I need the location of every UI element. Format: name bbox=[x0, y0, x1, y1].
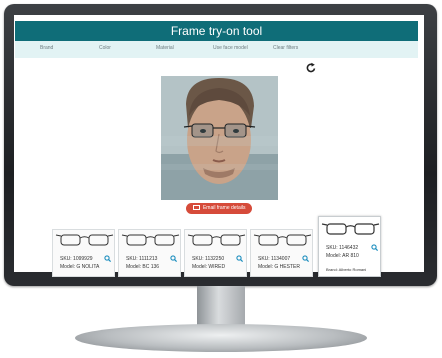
filter-clear[interactable]: Clear filters bbox=[273, 45, 298, 51]
search-icon[interactable] bbox=[236, 255, 243, 262]
glasses-frame-image bbox=[55, 234, 114, 246]
product-card[interactable]: SKU: 1132250 Model: WIRED bbox=[184, 229, 247, 277]
refresh-icon[interactable] bbox=[305, 62, 317, 74]
email-frame-details-button[interactable]: Email frame details bbox=[186, 203, 252, 214]
filter-color[interactable]: Color bbox=[99, 45, 111, 51]
glasses-frame-image bbox=[121, 234, 180, 246]
glasses-frame-image bbox=[253, 234, 312, 246]
product-sku: SKU: 1132250 bbox=[192, 256, 225, 262]
product-sku: SKU: 1134007 bbox=[258, 256, 291, 262]
product-card-selected[interactable]: SKU: 1146432 Model: AR 810 Brand: Albert… bbox=[318, 216, 381, 277]
filter-material[interactable]: Material bbox=[156, 45, 174, 51]
filter-bar: Brand Color Material Use face model Clea… bbox=[15, 41, 418, 58]
product-model: Model: G HESTER bbox=[258, 264, 300, 270]
product-sku: SKU: 1099929 bbox=[60, 256, 93, 262]
product-sku: SKU: 1111213 bbox=[126, 256, 158, 262]
email-button-label: Email frame details bbox=[202, 205, 246, 211]
product-model: Model: BC 136 bbox=[126, 264, 160, 270]
search-icon[interactable] bbox=[170, 255, 177, 262]
product-model: Model: G NOLITA bbox=[60, 264, 100, 270]
filter-use-face-model[interactable]: Use face model bbox=[213, 45, 248, 51]
mail-icon bbox=[192, 205, 200, 211]
search-icon[interactable] bbox=[104, 255, 111, 262]
app-title: Frame try-on tool bbox=[15, 21, 418, 41]
glasses-frame-image bbox=[187, 234, 246, 246]
product-brand: Brand: Alberto Romani bbox=[326, 267, 367, 272]
product-model: Model: AR 810 bbox=[326, 253, 359, 259]
filter-brand[interactable]: Brand bbox=[40, 45, 53, 51]
product-model: Model: WIRED bbox=[192, 264, 226, 270]
monitor-stand-base bbox=[75, 324, 367, 352]
product-card[interactable]: SKU: 1134007 Model: G HESTER bbox=[250, 229, 313, 277]
product-card[interactable]: SKU: 1111213 Model: BC 136 bbox=[118, 229, 181, 277]
face-model-image bbox=[161, 76, 278, 200]
product-sku: SKU: 1146432 bbox=[326, 245, 359, 251]
product-card[interactable]: SKU: 1099929 Model: G NOLITA bbox=[52, 229, 115, 277]
glasses-frame-image bbox=[321, 223, 380, 235]
search-icon[interactable] bbox=[302, 255, 309, 262]
search-icon[interactable] bbox=[371, 244, 378, 251]
